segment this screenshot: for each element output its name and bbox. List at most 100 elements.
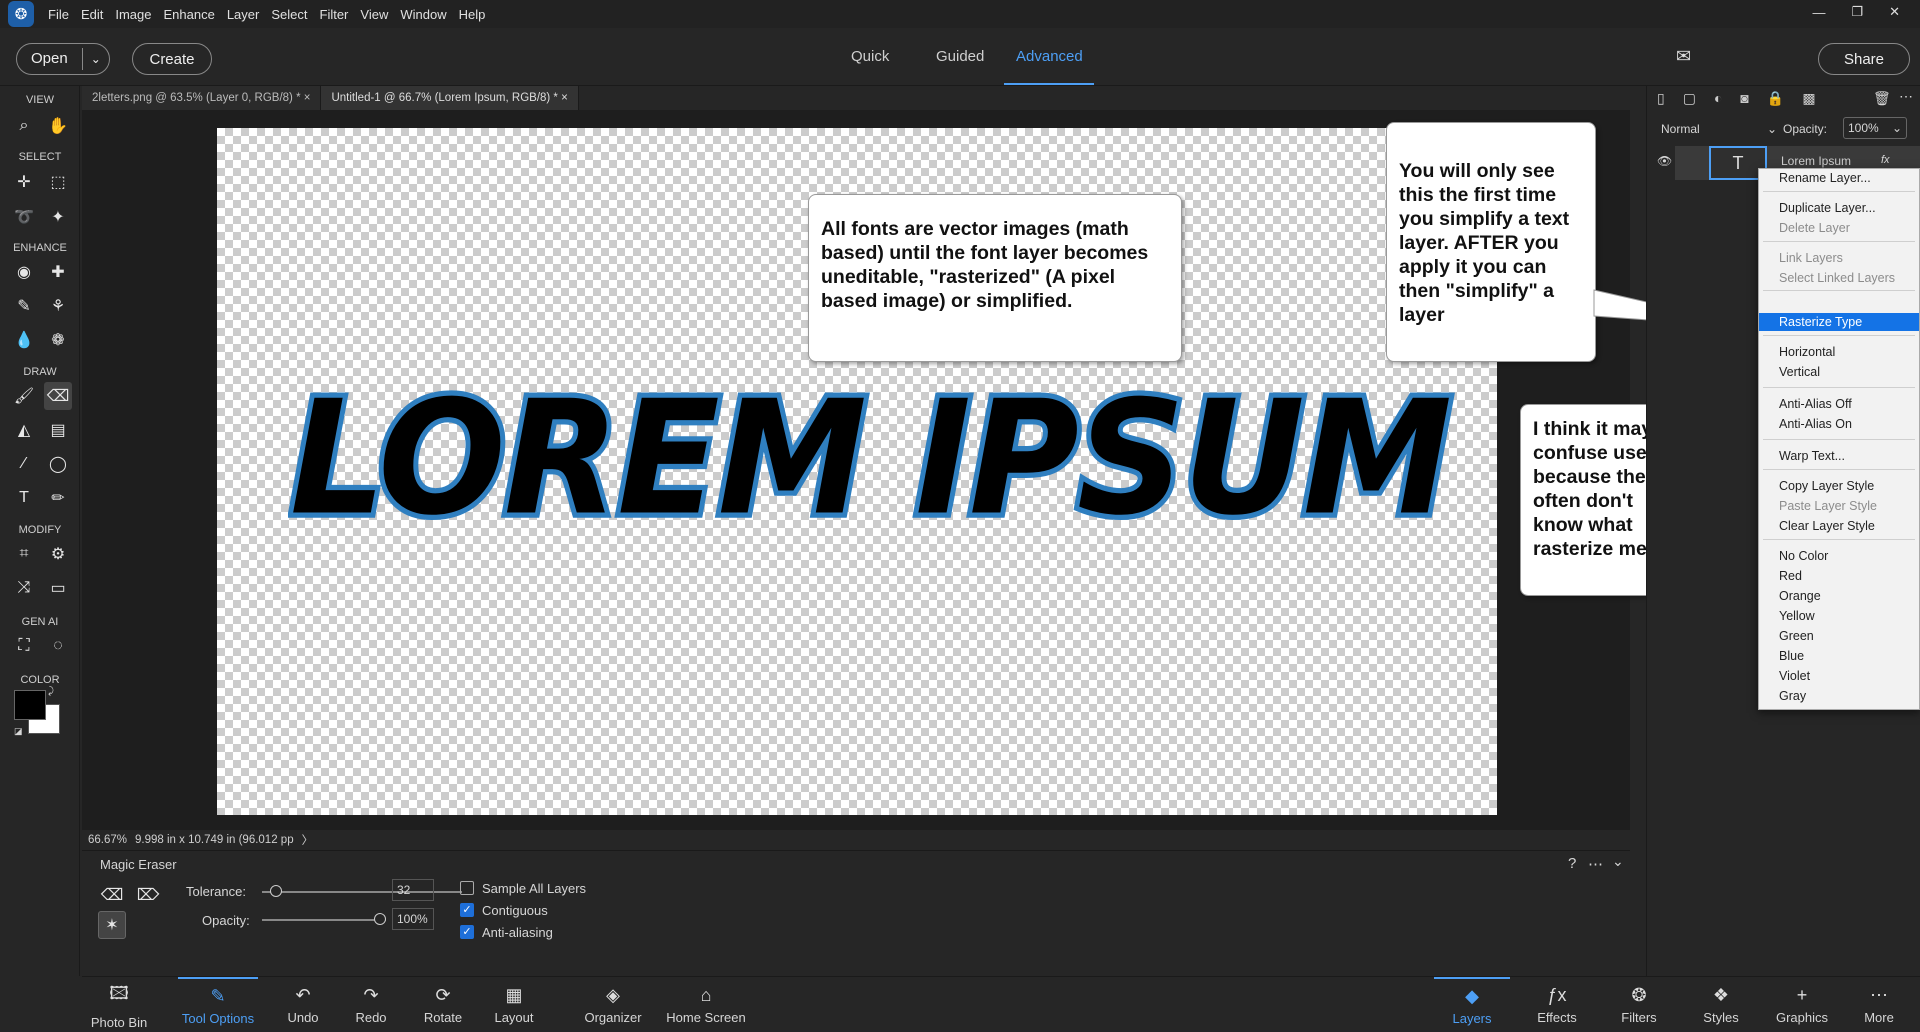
menu-clear-layer-style[interactable]: Clear Layer Style xyxy=(1759,517,1919,535)
tool-options-button[interactable]: ✎ Tool Options xyxy=(178,977,258,1032)
hand-icon[interactable]: ✋ xyxy=(44,112,72,140)
sample-all-layers-checkbox[interactable] xyxy=(460,881,474,895)
menu-color-violet[interactable]: Violet xyxy=(1759,667,1919,685)
crop-icon[interactable]: ⌗ xyxy=(10,540,38,568)
lock-transparency-icon[interactable]: ▩ xyxy=(1802,90,1815,107)
redo-button[interactable]: ↷ Redo xyxy=(346,977,396,1032)
menu-duplicate-layer[interactable]: Duplicate Layer... xyxy=(1759,199,1919,217)
menu-enhance[interactable]: Enhance xyxy=(164,7,215,22)
menu-paste-layer-style[interactable]: Paste Layer Style xyxy=(1759,497,1919,515)
menu-color-orange[interactable]: Orange xyxy=(1759,587,1919,605)
menu-edit[interactable]: Edit xyxy=(81,7,103,22)
menu-delete-layer[interactable]: Delete Layer xyxy=(1759,219,1919,237)
layer-fx-icon[interactable]: fx xyxy=(1881,154,1890,166)
gradient-icon[interactable]: ▤ xyxy=(44,416,72,444)
visibility-eye-icon[interactable]: 👁 xyxy=(1657,154,1672,168)
zoom-level[interactable]: 66.67% xyxy=(88,834,127,846)
organizer-button[interactable]: ◈ Organizer xyxy=(578,977,648,1032)
app-logo-icon[interactable]: ❂ xyxy=(8,1,34,27)
clone-stamp-icon[interactable]: ⚘ xyxy=(44,292,72,320)
menu-anti-alias-off[interactable]: Anti-Alias Off xyxy=(1759,395,1919,413)
doc-tab-2letters[interactable]: 2letters.png @ 63.5% (Layer 0, RGB/8) * … xyxy=(82,86,322,110)
share-button[interactable]: Share xyxy=(1818,43,1910,75)
eyedropper-icon[interactable]: ⁄ xyxy=(10,450,38,478)
menu-rasterize-type[interactable]: Rasterize Type xyxy=(1759,313,1919,331)
lock-icon[interactable]: 🔒 xyxy=(1767,90,1784,107)
menu-layer[interactable]: Layer xyxy=(227,7,260,22)
menu-color-blue[interactable]: Blue xyxy=(1759,647,1919,665)
eraser-mode-icon[interactable]: ⌫ xyxy=(98,881,126,909)
menu-anti-alias-on[interactable]: Anti-Alias On xyxy=(1759,415,1919,433)
background-eraser-icon[interactable]: ⌦ xyxy=(134,881,162,909)
eye-icon[interactable]: ◉ xyxy=(10,258,38,286)
lasso-icon[interactable]: ➰ xyxy=(10,203,38,231)
content-aware-move-icon[interactable]: ⤨ xyxy=(10,574,38,602)
pencil-icon[interactable]: ✏ xyxy=(44,484,72,512)
tab-guided[interactable]: Guided xyxy=(936,48,984,65)
collapse-icon[interactable]: ⌄ xyxy=(1612,853,1624,870)
blur-icon[interactable]: 💧 xyxy=(10,326,38,354)
straighten-icon[interactable]: ▭ xyxy=(44,574,72,602)
zoom-icon[interactable]: ⌕ xyxy=(10,112,38,140)
undo-button[interactable]: ↶ Undo xyxy=(278,977,328,1032)
styles-button[interactable]: ❖ Styles xyxy=(1690,977,1752,1032)
tab-quick[interactable]: Quick xyxy=(851,48,889,65)
menu-color-red[interactable]: Red xyxy=(1759,567,1919,585)
smart-brush-icon[interactable]: ✎ xyxy=(10,292,38,320)
layer-mask-icon[interactable]: ◙ xyxy=(1740,90,1748,107)
menu-color-none[interactable]: No Color xyxy=(1759,547,1919,565)
move-icon[interactable]: ✛ xyxy=(10,168,38,196)
opacity-slider-thumb[interactable] xyxy=(374,913,386,925)
help-icon[interactable]: ? xyxy=(1568,855,1576,872)
graphics-button[interactable]: + Graphics xyxy=(1764,977,1840,1032)
menu-file[interactable]: File xyxy=(48,7,69,22)
menu-color-green[interactable]: Green xyxy=(1759,627,1919,645)
contiguous-checkbox[interactable]: ✓ xyxy=(460,903,474,917)
opacity-slider[interactable] xyxy=(262,919,386,921)
menu-color-gray[interactable]: Gray xyxy=(1759,687,1919,705)
home-screen-button[interactable]: ⌂ Home Screen xyxy=(656,977,756,1032)
doc-tab-untitled[interactable]: Untitled-1 @ 66.7% (Lorem Ipsum, RGB/8) … xyxy=(321,86,579,110)
close-tab-icon[interactable]: × xyxy=(304,92,311,104)
photo-bin-button[interactable]: 🖾 Photo Bin xyxy=(82,977,156,1032)
tolerance-slider-thumb[interactable] xyxy=(270,885,282,897)
create-button[interactable]: Create xyxy=(132,43,212,75)
menu-window[interactable]: Window xyxy=(400,7,446,22)
maximize-icon[interactable]: ❐ xyxy=(1851,4,1863,20)
healing-icon[interactable]: ✚ xyxy=(44,258,72,286)
menu-warp-text[interactable]: Warp Text... xyxy=(1759,447,1919,465)
mail-icon[interactable]: ✉ xyxy=(1676,46,1691,67)
brush-icon[interactable]: 🖌 xyxy=(10,382,38,410)
paint-bucket-icon[interactable]: ◭ xyxy=(10,416,38,444)
swap-colors-icon[interactable]: ⤸ xyxy=(48,686,54,697)
panel-menu-icon[interactable]: ⋯ xyxy=(1899,88,1913,105)
rotate-button[interactable]: ⟳ Rotate xyxy=(414,977,472,1032)
more-options-icon[interactable]: ⋯ xyxy=(1588,855,1603,873)
adjustment-layer-icon[interactable]: ◐ xyxy=(1714,90,1722,107)
more-button[interactable]: ⋯ More xyxy=(1854,977,1904,1032)
layer-name[interactable]: Lorem Ipsum xyxy=(1781,154,1851,168)
type-icon[interactable]: T xyxy=(10,484,38,512)
chevron-right-icon[interactable]: 〉 xyxy=(302,832,314,848)
effects-button[interactable]: ƒx Effects xyxy=(1522,977,1592,1032)
minimize-icon[interactable]: — xyxy=(1812,5,1825,20)
tolerance-input[interactable]: 32 xyxy=(392,879,434,901)
tab-advanced[interactable]: Advanced xyxy=(1016,48,1083,65)
quick-selection-icon[interactable]: ✦ xyxy=(44,203,72,231)
layers-button[interactable]: ◆ Layers xyxy=(1434,977,1510,1032)
menu-filter[interactable]: Filter xyxy=(320,7,349,22)
marquee-icon[interactable]: ⬚ xyxy=(44,168,72,196)
ellipse-icon[interactable]: ◯ xyxy=(44,450,72,478)
recompose-icon[interactable]: ⚙ xyxy=(44,540,72,568)
eraser-icon[interactable]: ⌫ xyxy=(44,382,72,410)
chevron-down-icon[interactable]: ⌄ xyxy=(83,52,101,66)
menu-select-linked-layers[interactable]: Select Linked Layers xyxy=(1759,269,1919,287)
blend-mode-select[interactable]: Normal ⌄ xyxy=(1661,118,1777,140)
menu-image[interactable]: Image xyxy=(115,7,151,22)
new-group-icon[interactable]: ▢ xyxy=(1683,90,1696,107)
close-tab-icon[interactable]: × xyxy=(561,92,568,104)
open-button[interactable]: Open ⌄ xyxy=(16,43,110,75)
default-colors-icon[interactable]: ◪ xyxy=(14,726,23,737)
opacity-input[interactable]: 100% xyxy=(392,908,434,930)
menu-rename-layer[interactable]: Rename Layer... xyxy=(1759,169,1919,187)
